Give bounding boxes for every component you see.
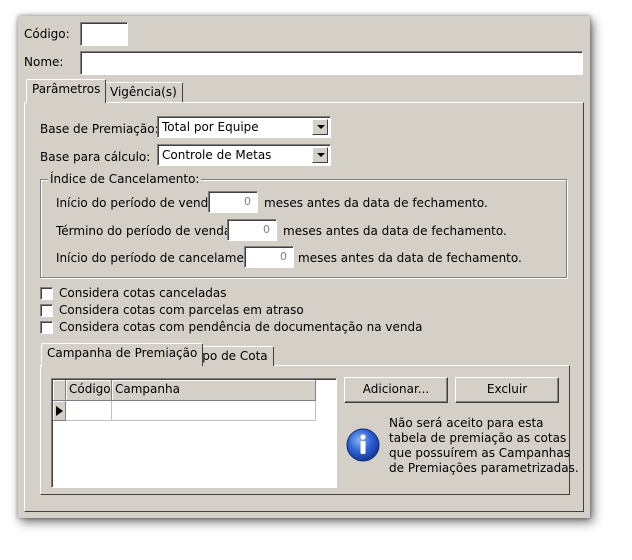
adicionar-button[interactable]: Adicionar... [344,377,448,403]
termino-vendas-label: Término do período de vendas [56,224,238,238]
info-line-1: Não será aceito para esta [389,416,544,430]
grid-header-campanha[interactable]: Campanha [112,380,316,401]
tab-parametros[interactable]: Parâmetros [26,79,107,103]
base-premiacao-label: Base de Premiação: [40,122,159,136]
tab-vigencia[interactable]: Vigência(s) [104,82,183,102]
info-line-4: de Premiações parametrizadas. [389,461,579,475]
codigo-field[interactable] [80,22,128,46]
nome-label: Nome: [24,55,64,69]
current-row-arrow-icon [56,406,63,416]
cancelamento-group-title: Índice de Cancelamento: [48,172,202,186]
inicio-vendas-field[interactable]: 0 [208,191,258,213]
termino-vendas-suffix: meses antes da data de fechamento. [283,224,507,238]
grid-corner [53,380,66,401]
canceladas-label: Considera cotas canceladas [59,286,227,300]
row-indicator [53,401,66,421]
atraso-checkbox[interactable] [40,304,53,317]
inicio-cancelamento-suffix: meses antes da data de fechamento. [298,251,522,265]
info-icon [346,428,380,462]
campanhas-grid[interactable]: Código Campanha [51,378,337,488]
grid-header-codigo-label: Código [69,382,111,396]
info-line-3: que possuírem as Campanhas [389,446,571,460]
tab-campanha-label: Campanha de Premiação [47,346,198,360]
table-cell-campanha[interactable] [112,401,316,421]
canceladas-checkbox[interactable] [40,287,53,300]
termino-vendas-field[interactable]: 0 [227,219,277,241]
tab-tipo-cota-label: Tipo de Cota [192,349,268,363]
chevron-down-icon[interactable] [312,119,328,135]
form-window: Código: Nome: Parâmetros Vigência(s) Bas… [18,16,590,518]
base-calculo-select[interactable]: Controle de Metas [157,144,331,166]
inicio-vendas-suffix: meses antes da data de fechamento. [264,196,488,210]
tab-campanha-premiacao[interactable]: Campanha de Premiação [41,343,204,366]
tab-parametros-label: Parâmetros [32,82,101,96]
grid-header-campanha-label: Campanha [115,382,180,396]
base-premiacao-value: Total por Equipe [162,120,259,134]
atraso-label: Considera cotas com parcelas em atraso [59,303,304,317]
chevron-down-icon[interactable] [312,147,328,163]
info-line-2: tabela de premiação as cotas [389,431,567,445]
table-cell-codigo[interactable] [66,401,112,421]
base-calculo-label: Base para cálculo: [40,150,151,164]
inicio-cancelamento-label: Início do período de cancelamento [56,251,264,265]
base-calculo-value: Controle de Metas [162,148,272,162]
excluir-button-label: Excluir [486,382,528,396]
pendencia-checkbox[interactable] [40,321,53,334]
info-message: Não será aceito para esta tabela de prem… [389,416,579,476]
excluir-button[interactable]: Excluir [455,377,559,403]
adicionar-button-label: Adicionar... [362,382,430,396]
inicio-cancelamento-field[interactable]: 0 [244,246,294,268]
tab-vigencia-label: Vigência(s) [110,85,177,99]
codigo-label: Código: [24,27,70,41]
nome-field[interactable] [80,51,583,75]
base-premiacao-select[interactable]: Total por Equipe [157,116,331,138]
pendencia-label: Considera cotas com pendência de documen… [59,320,423,334]
inicio-vendas-label: Início do período de vendas [56,196,222,210]
grid-header-codigo[interactable]: Código [66,380,112,401]
